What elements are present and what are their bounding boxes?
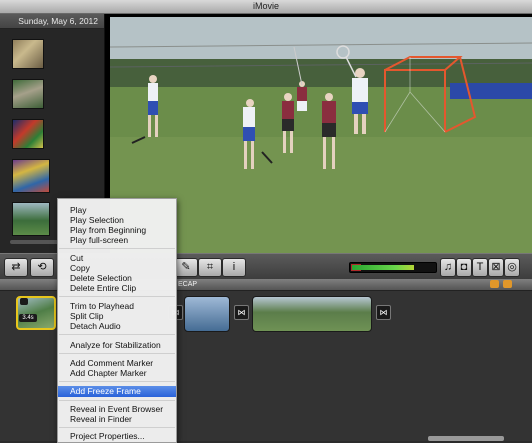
title-glyph: T — [476, 261, 484, 273]
window-title-bar: iMovie — [0, 0, 532, 14]
project-title: ECAP — [178, 281, 198, 288]
voiceover-icon[interactable]: ✎ — [174, 258, 198, 277]
audio-level-meter — [349, 262, 437, 273]
menu-separator — [59, 248, 175, 249]
menu-item-cut[interactable]: Cut — [58, 253, 176, 263]
project-view-icon[interactable] — [503, 280, 512, 288]
inspector-icon[interactable]: i — [222, 258, 246, 277]
clip-action-icon[interactable] — [20, 298, 28, 305]
menu-item-play[interactable]: Play — [58, 205, 176, 215]
transition-icon[interactable]: ⋈ — [376, 305, 391, 320]
selected-clip[interactable]: 3.4s — [16, 296, 56, 330]
horizontal-scrollbar[interactable] — [428, 436, 504, 441]
project-options-icon[interactable] — [490, 280, 499, 288]
clip-duration: 3.4s — [19, 314, 37, 322]
menu-item-reveal-finder[interactable]: Reveal in Finder — [58, 414, 176, 424]
project-clip[interactable] — [184, 296, 230, 332]
menu-item-play-from-beginning[interactable]: Play from Beginning — [58, 225, 176, 235]
inspector-glyph: i — [232, 261, 236, 273]
camera-import-icon[interactable]: ⟲ — [30, 258, 54, 277]
menu-item-play-selection[interactable]: Play Selection — [58, 215, 176, 225]
event-thumbnail[interactable] — [12, 79, 44, 109]
event-thumbnail[interactable] — [12, 119, 44, 149]
menu-item-project-properties[interactable]: Project Properties... — [58, 431, 176, 441]
menu-separator — [59, 400, 175, 401]
menu-item-add-freeze-frame[interactable]: Add Freeze Frame — [58, 386, 176, 397]
menu-item-add-chapter-marker[interactable]: Add Chapter Marker — [58, 368, 176, 378]
window-title: iMovie — [252, 1, 279, 11]
audio-level-fill — [352, 265, 414, 270]
event-thumbnail[interactable] — [12, 202, 50, 236]
swap-panes-icon[interactable]: ⇄ — [4, 258, 28, 277]
menu-item-delete-selection[interactable]: Delete Selection — [58, 273, 176, 283]
title-icon[interactable]: T — [472, 258, 488, 277]
transition-icon[interactable]: ⋈ — [234, 305, 249, 320]
menu-item-play-full-screen[interactable]: Play full-screen — [58, 235, 176, 245]
menu-item-analyze-stabilization[interactable]: Analyze for Stabilization — [58, 340, 176, 350]
menu-item-delete-entire-clip[interactable]: Delete Entire Clip — [58, 283, 176, 293]
event-thumbnail[interactable] — [12, 159, 50, 193]
menu-item-split-clip[interactable]: Split Clip — [58, 311, 176, 321]
menu-item-copy[interactable]: Copy — [58, 263, 176, 273]
menu-separator — [59, 296, 175, 297]
menu-separator — [59, 381, 175, 382]
clip-context-menu: Play Play Selection Play from Beginning … — [57, 198, 177, 443]
menu-separator — [59, 353, 175, 354]
menu-separator — [59, 427, 175, 428]
event-thumbnail[interactable] — [12, 39, 44, 69]
menu-item-reveal-event-browser[interactable]: Reveal in Event Browser — [58, 404, 176, 414]
menu-separator — [59, 334, 175, 335]
menu-item-add-comment-marker[interactable]: Add Comment Marker — [58, 358, 176, 368]
project-clip[interactable] — [252, 296, 372, 332]
crop-icon[interactable]: ⌗ — [198, 258, 222, 277]
event-date-header: Sunday, May 6, 2012 — [0, 14, 104, 29]
music-icon[interactable]: ♫ — [440, 258, 456, 277]
photo-icon[interactable]: ◘ — [456, 258, 472, 277]
transition-icon[interactable]: ⊠ — [488, 258, 504, 277]
map-icon[interactable]: ◎ — [504, 258, 520, 277]
menu-item-trim-to-playhead[interactable]: Trim to Playhead — [58, 301, 176, 311]
menu-item-detach-audio[interactable]: Detach Audio — [58, 321, 176, 331]
